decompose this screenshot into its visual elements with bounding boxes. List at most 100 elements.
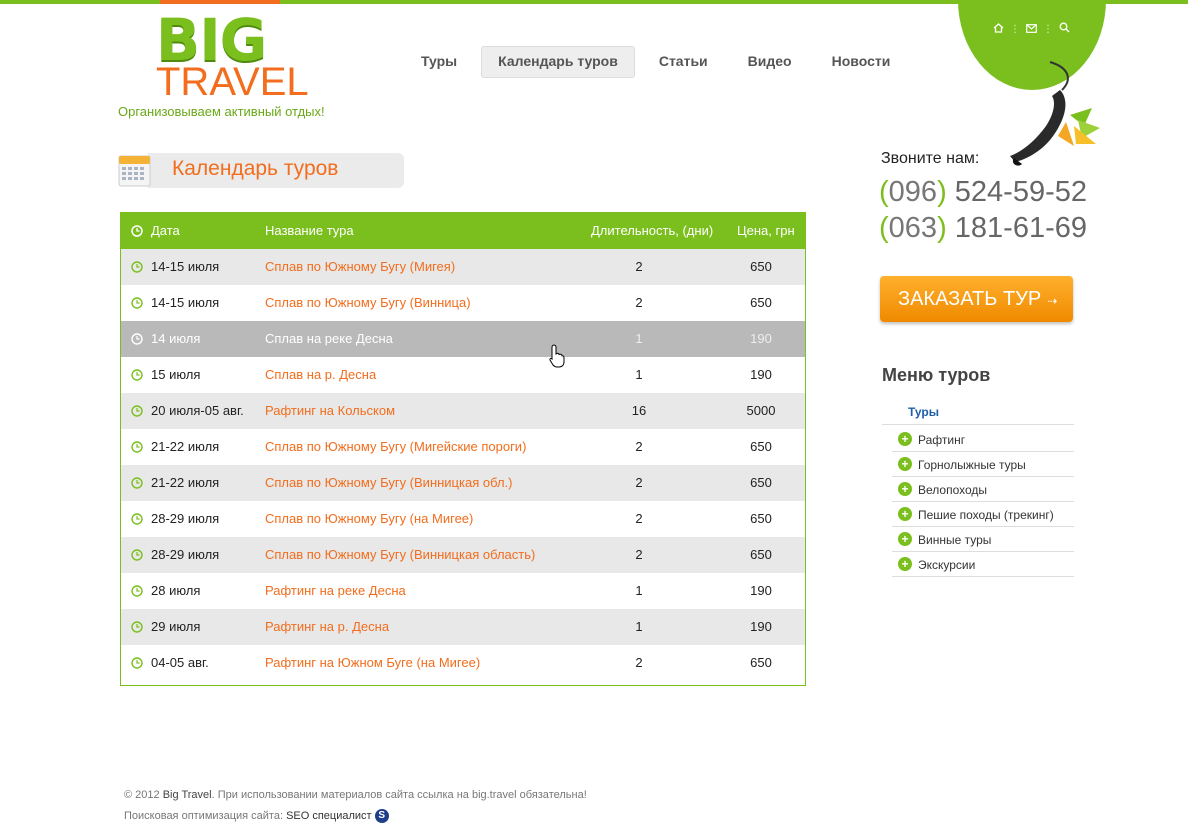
nav-item[interactable]: Календарь туров — [481, 46, 635, 78]
plus-icon: + — [898, 432, 912, 446]
header-date[interactable]: Дата — [151, 223, 180, 238]
row-tour-link[interactable]: Сплав на реке Десна — [265, 331, 393, 346]
row-price: 190 — [750, 583, 772, 598]
row-duration: 2 — [635, 655, 643, 670]
phone-code: 063 — [888, 212, 938, 244]
calendar-icon — [118, 155, 151, 187]
nav-item[interactable]: Новости — [816, 46, 907, 76]
row-price: 650 — [750, 439, 772, 454]
row-date: 15 июля — [151, 367, 201, 382]
search-icon[interactable] — [1059, 22, 1070, 36]
bracket: ( — [879, 176, 889, 208]
table-row[interactable]: 14-15 июля Сплав по Южному Бугу (Винница)… — [121, 285, 805, 321]
nav-item[interactable]: Видео — [732, 46, 808, 76]
main-nav: Туры Календарь туров Статьи Видео Новости — [405, 46, 907, 78]
row-date: 29 июля — [151, 619, 201, 634]
seo-badge-icon[interactable]: S — [374, 809, 389, 823]
row-price: 650 — [750, 547, 772, 562]
footer-seo: Поисковая оптимизация сайта: SEO специал… — [124, 809, 389, 823]
order-tour-button[interactable]: ЗАКАЗАТЬ ТУР ⇢ — [880, 276, 1073, 322]
tour-menu-item[interactable]: + Пешие походы (трекинг) — [892, 501, 1074, 527]
row-tour-link[interactable]: Рафтинг на Кольском — [265, 403, 395, 418]
plus-icon: + — [898, 532, 912, 546]
row-price: 650 — [750, 511, 772, 526]
tour-menu-item-label: Экскурсии — [918, 558, 976, 572]
phone-number[interactable]: (096) 524-59-52 — [879, 176, 1087, 209]
table-row[interactable]: 28-29 июля Сплав по Южному Бугу (Винницка… — [121, 537, 805, 573]
header-duration[interactable]: Длительность, (дни) — [591, 223, 713, 238]
row-price: 190 — [750, 367, 772, 382]
clock-icon — [131, 441, 143, 453]
row-tour-link[interactable]: Рафтинг на р. Десна — [265, 619, 389, 634]
row-duration: 2 — [635, 511, 643, 526]
mail-icon[interactable] — [1026, 23, 1037, 36]
table-row[interactable]: 20 июля-05 авг. Рафтинг на Кольском 16 5000 — [121, 393, 805, 429]
row-tour-link[interactable]: Рафтинг на Южном Буге (на Мигее) — [265, 655, 480, 670]
clock-icon — [131, 477, 143, 489]
row-tour-link[interactable]: Сплав по Южному Бугу (Мигейские пороги) — [265, 439, 526, 454]
row-tour-link[interactable]: Сплав по Южному Бугу (Винницкая область) — [265, 547, 535, 562]
tour-menu-item-label: Винные туры — [918, 533, 992, 547]
plus-icon: + — [898, 507, 912, 521]
separator-icon: ⋮ — [1010, 23, 1020, 35]
bracket: ( — [879, 212, 889, 244]
clock-icon — [131, 513, 143, 525]
row-price: 190 — [750, 619, 772, 634]
table-row[interactable]: 21-22 июля Сплав по Южному Бугу (Мигейски… — [121, 429, 805, 465]
tour-menu-item[interactable]: + Велопоходы — [892, 476, 1074, 502]
row-price: 190 — [750, 331, 772, 346]
row-tour-link[interactable]: Сплав по Южному Бугу (Мигея) — [265, 259, 455, 274]
order-tour-label: ЗАКАЗАТЬ ТУР — [898, 288, 1042, 310]
header-name[interactable]: Название тура — [265, 223, 354, 238]
table-row[interactable]: 21-22 июля Сплав по Южному Бугу (Винницка… — [121, 465, 805, 501]
table-row[interactable]: 28 июля Рафтинг на реке Десна 1 190 — [121, 573, 805, 609]
row-price: 650 — [750, 259, 772, 274]
tour-menu-item[interactable]: + Винные туры — [892, 526, 1074, 552]
table-row[interactable]: 14 июля Сплав на реке Десна 1 190 — [121, 321, 805, 357]
nav-item[interactable]: Статьи — [643, 46, 724, 76]
row-date: 14 июля — [151, 331, 201, 346]
clock-icon — [131, 369, 143, 381]
row-date: 28-29 июля — [151, 511, 220, 526]
tour-menu-item-label: Рафтинг — [918, 433, 966, 447]
plus-icon: + — [898, 482, 912, 496]
row-tour-link[interactable]: Сплав по Южному Бугу (на Мигее) — [265, 511, 473, 526]
row-duration: 2 — [635, 439, 643, 454]
tour-menu-item-label: Велопоходы — [918, 483, 988, 497]
row-tour-link[interactable]: Сплав на р. Десна — [265, 367, 376, 382]
logo-slogan: Организовываем активный отдых! — [118, 104, 325, 119]
clock-icon — [131, 261, 143, 273]
call-us-label: Звоните нам: — [881, 150, 980, 167]
phone-number[interactable]: (063) 181-61-69 — [879, 212, 1087, 245]
phone-handset-icon — [1010, 61, 1100, 166]
row-price: 650 — [750, 475, 772, 490]
table-header: Дата Название тура Длительность, (дни) Ц… — [121, 213, 805, 249]
table-row[interactable]: 28-29 июля Сплав по Южному Бугу (на Мигее… — [121, 501, 805, 537]
tour-menu-item[interactable]: + Рафтинг — [892, 426, 1074, 452]
site-logo[interactable]: BIG TRAVEL Организовываем активный отдых… — [118, 10, 330, 120]
table-row[interactable]: 29 июля Рафтинг на р. Десна 1 190 — [121, 609, 805, 645]
row-tour-link[interactable]: Рафтинг на реке Десна — [265, 583, 406, 598]
header-price[interactable]: Цена, грн — [737, 223, 795, 238]
tour-menu-item[interactable]: + Горнолыжные туры — [892, 451, 1074, 477]
seo-link[interactable]: SEO специалист — [286, 810, 372, 822]
row-date: 14-15 июля — [151, 259, 220, 274]
table-row[interactable]: 04-05 авг. Рафтинг на Южном Буге (на Миге… — [121, 645, 805, 681]
clock-icon — [131, 333, 143, 345]
row-duration: 16 — [631, 403, 647, 418]
hand-cursor-icon — [549, 344, 565, 368]
row-tour-link[interactable]: Сплав по Южному Бугу (Винница) — [265, 295, 471, 310]
tour-menu-heading[interactable]: Туры — [908, 405, 939, 419]
nav-item[interactable]: Туры — [405, 46, 473, 76]
table-row[interactable]: 15 июля Сплав на р. Десна 1 190 — [121, 357, 805, 393]
clock-icon — [131, 585, 143, 597]
row-duration: 1 — [635, 619, 643, 634]
row-duration: 2 — [635, 547, 643, 562]
row-duration: 2 — [635, 295, 643, 310]
row-price: 5000 — [746, 403, 776, 418]
tour-menu-item[interactable]: + Экскурсии — [892, 551, 1074, 577]
row-tour-link[interactable]: Сплав по Южному Бугу (Винницкая обл.) — [265, 475, 512, 490]
table-row[interactable]: 14-15 июля Сплав по Южному Бугу (Мигея) 2 6… — [121, 249, 805, 285]
tour-menu-item-label: Пешие походы (трекинг) — [918, 508, 1054, 522]
home-icon[interactable] — [993, 22, 1004, 36]
